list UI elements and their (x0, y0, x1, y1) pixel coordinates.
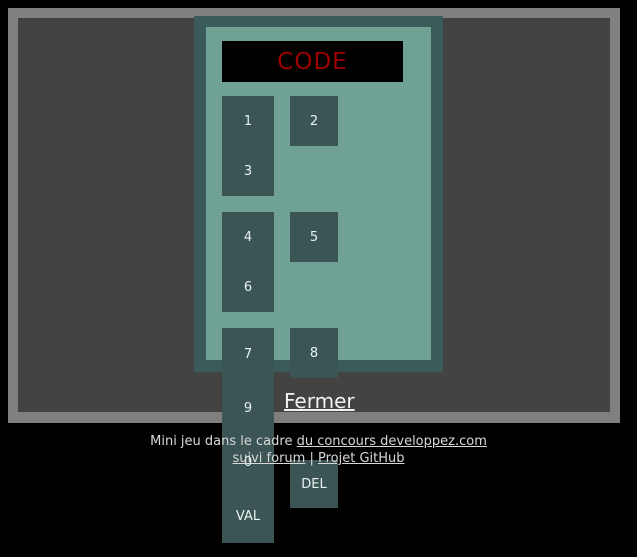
footer-link-developpez[interactable]: du concours developpez.com (297, 434, 487, 449)
keypad-button-2[interactable]: 2 (290, 96, 338, 146)
keypad-button-1[interactable]: 1 (222, 96, 274, 146)
code-display-text: CODE (277, 48, 348, 75)
code-display: CODE (222, 41, 403, 82)
keypad-button-3[interactable]: 3 (222, 146, 274, 196)
footer-text-prefix: Mini jeu dans le cadre (150, 434, 297, 449)
footer-line-1: Mini jeu dans le cadre du concours devel… (0, 433, 637, 450)
footer-link-forum[interactable]: suivi forum (232, 451, 305, 466)
keypad-button-9[interactable]: 9 (222, 382, 274, 436)
keypad-button-7[interactable]: 7 (222, 328, 274, 382)
keypad-button-4[interactable]: 4 (222, 212, 274, 262)
footer-line-2: suivi forum | Projet GitHub (0, 450, 637, 467)
keypad-button-group-4-6[interactable]: 4 6 (222, 212, 274, 312)
footer-link-github[interactable]: Projet GitHub (318, 451, 405, 466)
keypad-button-validate[interactable]: VAL (222, 489, 274, 543)
keypad-button-delete[interactable]: DEL (290, 460, 338, 508)
close-link[interactable]: Fermer (284, 389, 355, 413)
footer: Mini jeu dans le cadre du concours devel… (0, 433, 637, 467)
keypad-button-6[interactable]: 6 (222, 262, 274, 312)
footer-separator: | (305, 451, 318, 466)
keypad-button-5[interactable]: 5 (290, 212, 338, 262)
keypad-button-group-1-3[interactable]: 1 3 (222, 96, 274, 196)
keypad-button-8[interactable]: 8 (290, 328, 338, 378)
